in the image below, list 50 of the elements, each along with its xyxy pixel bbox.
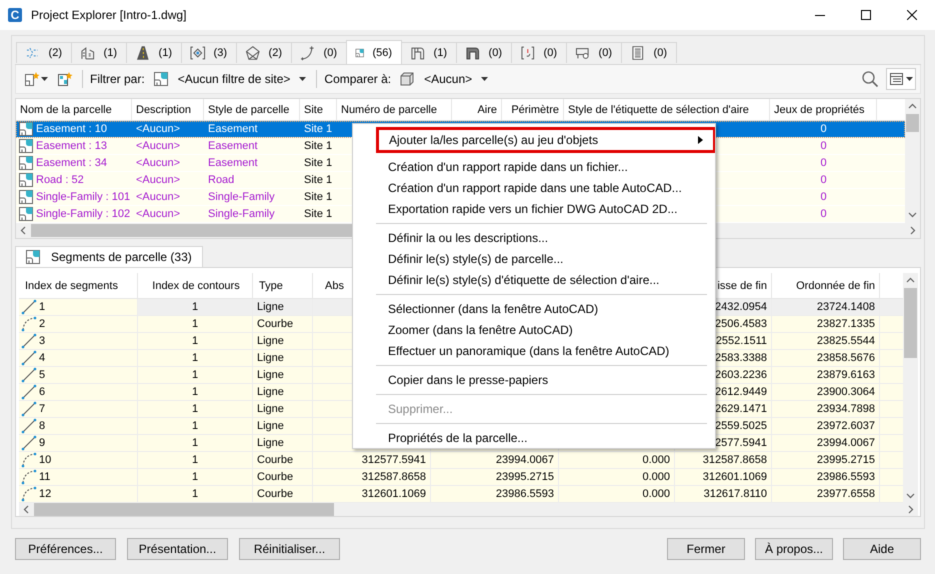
- table-cell-text: 0: [819, 122, 828, 137]
- table-cell: Road : 52: [36, 174, 84, 186]
- table-cell: 7: [39, 403, 46, 415]
- table-cell-text: Site 1: [303, 156, 334, 171]
- table-cell-text: Easement: [207, 122, 259, 137]
- table-cell-text: 0: [819, 190, 828, 205]
- app-logo: C: [8, 8, 22, 22]
- menu-item: Supprimer...: [387, 400, 454, 418]
- table-cell: 11: [39, 471, 50, 483]
- table-cell: 9: [39, 437, 46, 449]
- table-cell: Easement : 34: [36, 157, 107, 169]
- table-cell-text: Site 1: [303, 190, 334, 205]
- table-cell: Easement : 13: [36, 140, 107, 152]
- table-cell: 10: [39, 454, 52, 466]
- table-cell: 4: [39, 352, 46, 364]
- table-cell-text: Single-Family: [207, 207, 276, 222]
- table-cell-text: <Aucun>: [135, 173, 182, 188]
- table-cell-text: 0: [819, 139, 828, 154]
- table-cell-text: Site 1: [303, 207, 334, 222]
- table-cell-text: 0: [819, 207, 828, 222]
- table-cell-text: 0: [819, 156, 828, 171]
- table-cell: 23724.1408: [772, 299, 880, 316]
- table-cell: 12: [39, 488, 52, 500]
- filter-label: Filtrer par:: [90, 72, 145, 86]
- table-cell-text: 0: [819, 173, 828, 188]
- table-cell-text: <Aucun>: [135, 122, 182, 137]
- table-cell: 3: [39, 335, 46, 347]
- compare-label: Comparer à:: [324, 72, 392, 86]
- table-cell-text: Site 1: [303, 173, 334, 188]
- table-cell: Single-Family : 101: [36, 191, 130, 203]
- table-cell-text: <Aucun>: [135, 207, 182, 222]
- table-cell-text: Easement: [207, 139, 259, 154]
- table-cell-text: Easement: [207, 156, 259, 171]
- table-cell: Single-Family : 102: [36, 208, 130, 220]
- table-cell: Ligne: [253, 299, 313, 316]
- table-cell: 5: [39, 369, 46, 381]
- table-cell: 1: [138, 299, 253, 316]
- table-cell-text: Single-Family: [207, 190, 276, 205]
- table-cell: 2: [39, 318, 46, 330]
- table-cell-text: <Aucun>: [135, 190, 182, 205]
- table-cell-text: Site 1: [303, 139, 334, 154]
- table-cell: 6: [39, 386, 46, 398]
- table-cell-text: <Aucun>: [135, 156, 182, 171]
- window-title: Project Explorer [Intro-1.dwg]: [31, 8, 188, 22]
- table-cell: 1: [39, 301, 46, 313]
- table-cell: 8: [39, 420, 46, 432]
- table-cell-text: Road: [207, 173, 236, 188]
- table-cell-text: Site 1: [303, 122, 334, 137]
- table-cell-text: <Aucun>: [135, 139, 182, 154]
- table-cell: Easement : 10: [36, 123, 107, 135]
